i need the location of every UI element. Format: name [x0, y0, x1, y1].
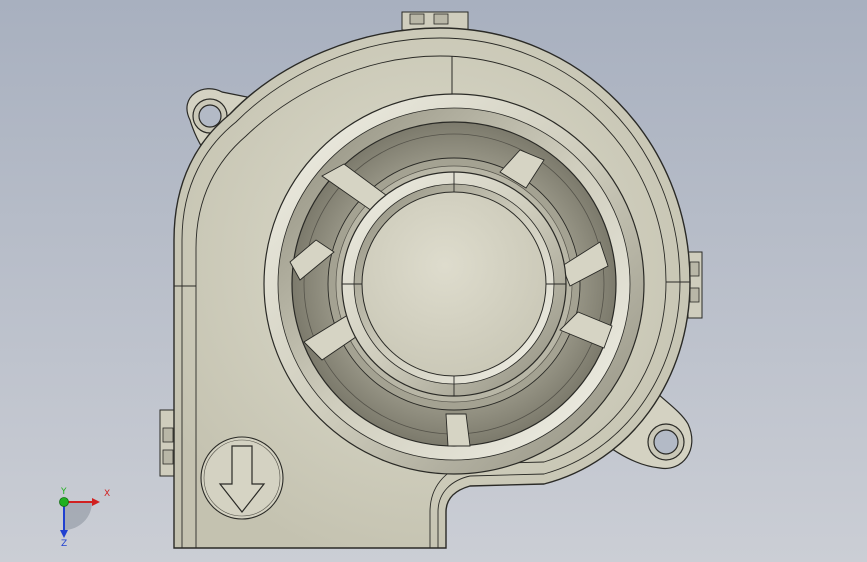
triad-plane-icon [64, 502, 92, 530]
z-axis-label: Z [61, 539, 67, 546]
airflow-arrow-icon [200, 436, 284, 520]
x-arrow-icon [92, 498, 100, 506]
mounting-hole-icon [653, 429, 679, 455]
x-axis-label: X [104, 489, 110, 499]
model-view[interactable] [0, 0, 867, 562]
top-connector[interactable] [401, 11, 469, 31]
axis-triad[interactable]: X Y Z [48, 482, 120, 546]
z-arrow-icon [60, 530, 68, 538]
fan-hub[interactable] [341, 171, 567, 397]
y-axis-label: Y [60, 487, 67, 497]
graphics-viewport[interactable]: X Y Z [0, 0, 867, 562]
y-axis-icon [59, 497, 69, 507]
mounting-hole-icon [198, 104, 222, 128]
